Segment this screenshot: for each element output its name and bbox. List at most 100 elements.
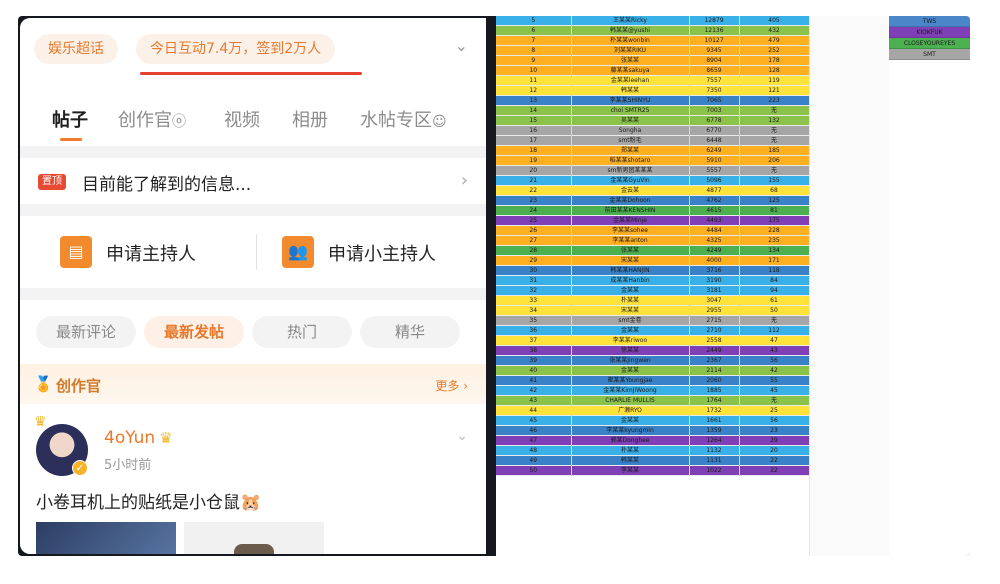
score-cell: 1131 (689, 455, 740, 467)
score-cell: 3190 (689, 275, 740, 287)
name-cell: 金某某leehan (571, 75, 690, 87)
count-cell: 235 (739, 235, 810, 247)
filter-featured[interactable]: 精华 (360, 316, 460, 348)
rank-cell: 28 (496, 245, 572, 257)
post-username[interactable]: 4oYun ♛ (104, 428, 173, 448)
rank-cell: 37 (496, 335, 572, 347)
table-row: 26 李某某sohee 4484 228 (496, 225, 810, 237)
filter-latest-comments[interactable]: 最新评论 (36, 316, 136, 348)
chevron-down-icon[interactable]: ⌄ (455, 36, 468, 55)
name-cell: 金某某GyuVin (571, 175, 690, 187)
table-row: 45 金某某 1661 56 (496, 415, 810, 427)
score-cell: 2367 (689, 355, 740, 367)
chevron-down-icon[interactable]: ⌄ (456, 428, 468, 444)
name-cell: 成某某Hanbin (571, 275, 690, 287)
rank-cell: 34 (496, 305, 572, 317)
table-row: 19 稻某某shotaro 5910 206 (496, 155, 810, 167)
count-cell: 20 (739, 445, 810, 457)
count-cell: 132 (739, 115, 810, 127)
name-cell: smt粉毛 (571, 135, 690, 147)
filter-hot[interactable]: 热门 (252, 316, 352, 348)
chevron-right-icon: › (459, 379, 468, 393)
count-cell: 178 (739, 55, 810, 67)
score-cell: 7350 (689, 85, 740, 97)
rank-cell: 15 (496, 115, 572, 127)
rank-cell: 12 (496, 85, 572, 97)
rank-cell: 23 (496, 195, 572, 207)
post-image[interactable] (184, 522, 324, 554)
name-cell: smt金卷 (571, 315, 690, 327)
pinned-notice[interactable]: 置顶 目前能了解到的信息... › (20, 158, 486, 204)
name-cell: 李某某riwoo (571, 335, 690, 347)
score-cell: 6448 (689, 135, 740, 147)
count-cell: 无 (739, 135, 810, 147)
table-row: 28 张某某 4249 134 (496, 245, 810, 257)
more-link[interactable]: 更多 › (435, 377, 468, 394)
daily-stats-chip[interactable]: 今日互动7.4万，签到2万人 (136, 34, 336, 64)
rank-cell: 32 (496, 285, 572, 297)
tab-water-posts[interactable]: 水帖专区☺ (360, 106, 447, 132)
rank-cell: 27 (496, 235, 572, 247)
score-cell: 3716 (689, 265, 740, 277)
vip-crown-icon: ♛ (159, 429, 173, 447)
name-cell: 金云某 (571, 185, 690, 197)
tab-creator[interactable]: 创作官ⓞ (118, 106, 186, 132)
screenshot-frame: 娱乐超话 今日互动7.4万，签到2万人 ⌄ 帖子 创作官ⓞ 视频 相册 水帖专区… (18, 16, 970, 556)
table-row: 7 朴某某wonbin 10127 479 (496, 35, 810, 47)
score-cell: 1132 (689, 445, 740, 457)
smiley-icon: ☺ (432, 114, 447, 130)
pinned-text: 目前能了解到的信息... (82, 175, 252, 195)
post-card[interactable]: ♛ ✓ 4oYun ♛ 5小时前 ⌄ 小卷耳机上的贴纸是小仓鼠🐹 (20, 404, 486, 554)
tab-posts[interactable]: 帖子 (52, 106, 88, 132)
name-cell: 金某某Minje (571, 215, 690, 227)
rank-cell: 38 (496, 345, 572, 357)
count-cell: 55 (739, 375, 810, 387)
table-row: 50 李某某 1022 22 (496, 465, 810, 477)
verified-icon: ✓ (72, 460, 88, 476)
table-row: 20 sm新男团某某某 5557 无 (496, 165, 810, 177)
score-cell: 4484 (689, 225, 740, 237)
name-cell: 吴某某 (571, 115, 690, 127)
score-cell: 8659 (689, 65, 740, 77)
rank-cell: 6 (496, 25, 572, 37)
name-cell: 广濑RYO (571, 405, 690, 417)
table-row: 5 王某某Ricky 12879 405 (496, 16, 810, 27)
rank-cell: 11 (496, 75, 572, 87)
count-cell: 47 (739, 335, 810, 347)
rank-cell: 13 (496, 95, 572, 107)
score-cell: 5557 (689, 165, 740, 177)
table-row: 42 金某某KimJiWoong 1885 45 (496, 385, 810, 397)
score-cell: 4615 (689, 205, 740, 217)
post-image[interactable] (36, 522, 176, 554)
count-cell: 23 (739, 425, 810, 437)
rank-cell: 18 (496, 145, 572, 157)
table-row: 27 李某某anton 4325 235 (496, 235, 810, 247)
rank-cell: 49 (496, 455, 572, 467)
image-shape (234, 544, 274, 554)
score-cell: 7065 (689, 95, 740, 107)
legend-item: TWS (889, 16, 970, 27)
table-row: 41 崔某某Youngjae 2060 55 (496, 375, 810, 387)
filter-latest-posts[interactable]: 最新发帖 (144, 316, 244, 348)
category-chip[interactable]: 娱乐超话 (34, 34, 118, 64)
count-cell: 121 (739, 85, 810, 97)
name-cell: 宋某某 (571, 255, 690, 267)
table-row: 39 张某某Jingwen 2367 56 (496, 355, 810, 367)
rank-cell: 29 (496, 255, 572, 267)
score-cell: 1885 (689, 385, 740, 397)
count-cell: 128 (739, 65, 810, 77)
rank-cell: 16 (496, 125, 572, 137)
apply-host-button[interactable]: ▤ 申请主持人 (60, 234, 240, 270)
rank-cell: 10 (496, 65, 572, 77)
tab-video[interactable]: 视频 (224, 106, 260, 132)
apply-small-host-button[interactable]: 👥 申请小主持人 (282, 234, 482, 270)
tab-album[interactable]: 相册 (292, 106, 328, 132)
count-cell: 22 (739, 465, 810, 477)
name-cell: 张某某 (571, 55, 690, 67)
rank-cell: 14 (496, 105, 572, 117)
count-cell: 228 (739, 225, 810, 237)
name-cell: 朴某某 (571, 445, 690, 457)
name-cell: 李某某 (571, 465, 690, 477)
score-cell: 7557 (689, 75, 740, 87)
rank-cell: 45 (496, 415, 572, 427)
